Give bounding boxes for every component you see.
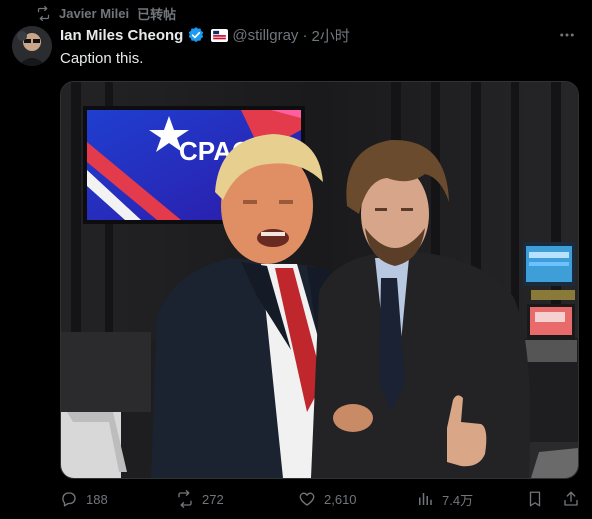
repost-label: 已转帖 xyxy=(137,6,177,22)
like-icon xyxy=(299,492,315,506)
more-icon[interactable] xyxy=(558,26,576,49)
verified-icon[interactable] xyxy=(187,26,205,44)
reply-count: 188 xyxy=(86,491,108,507)
avatar[interactable] xyxy=(12,26,52,66)
repost-icon xyxy=(37,5,50,21)
bookmark-icon xyxy=(529,491,541,507)
reply-icon xyxy=(62,492,76,507)
reply-button[interactable]: 188 xyxy=(60,490,176,508)
repost-button[interactable]: 272 xyxy=(176,490,298,508)
affiliate-badge-icon[interactable] xyxy=(211,28,229,42)
action-bar: 188 272 2,610 7.4万 xyxy=(60,486,580,512)
tweet-header: Ian Miles Cheong @stillgray · 2小时 xyxy=(60,25,580,45)
view-count: 7.4万 xyxy=(442,492,474,508)
repost-indicator[interactable]: Javier Milei 已转帖 xyxy=(36,4,176,22)
share-icon xyxy=(564,491,578,506)
tweet-text: Caption this. xyxy=(60,50,144,67)
like-count: 2,610 xyxy=(324,491,357,507)
repost-icon xyxy=(178,490,192,508)
author-handle[interactable]: @stillgray xyxy=(232,27,298,44)
bookmark-button[interactable] xyxy=(526,490,544,508)
like-button[interactable]: 2,610 xyxy=(298,490,416,508)
separator-dot: · xyxy=(302,26,308,44)
author-name[interactable]: Ian Miles Cheong xyxy=(60,27,183,44)
reposter-name: Javier Milei xyxy=(59,5,130,21)
repost-count: 272 xyxy=(202,491,224,507)
views-icon xyxy=(419,493,432,505)
tweet-photo[interactable]: CPAC xyxy=(60,81,579,479)
timestamp[interactable]: 2小时 xyxy=(311,25,349,46)
views-button[interactable]: 7.4万 xyxy=(416,490,526,509)
share-button[interactable] xyxy=(562,490,580,508)
